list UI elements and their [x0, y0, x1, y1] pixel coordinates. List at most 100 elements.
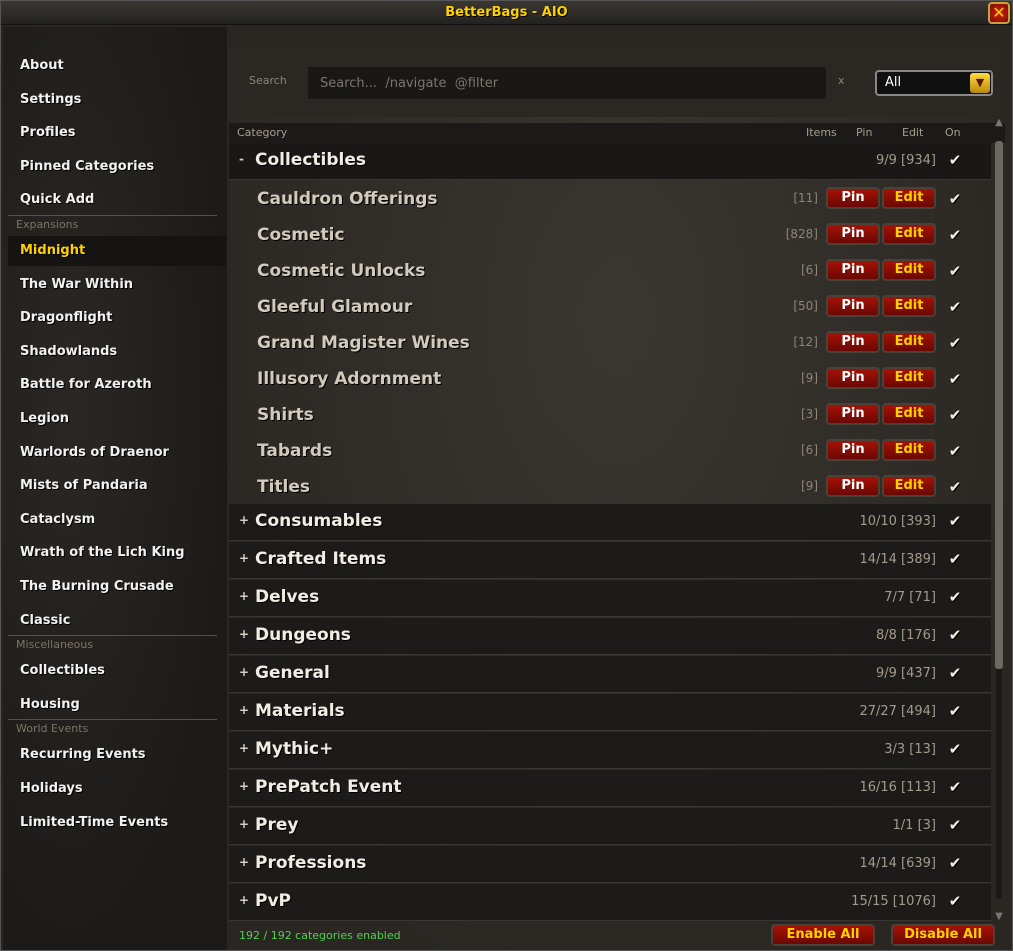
category-group-row[interactable]: + Delves 7/7 [71] ✔: [229, 580, 991, 617]
sidebar-item[interactable]: Legion: [8, 404, 226, 434]
expand-icon[interactable]: +: [239, 855, 249, 869]
expand-icon[interactable]: +: [239, 665, 249, 679]
enabled-checkbox[interactable]: ✔: [947, 443, 963, 459]
pin-button[interactable]: Pin: [826, 403, 880, 425]
sidebar-item[interactable]: Dragonflight: [8, 303, 226, 333]
pin-button[interactable]: Pin: [826, 475, 880, 497]
enabled-checkbox[interactable]: ✔: [947, 817, 963, 833]
sidebar-item[interactable]: Profiles: [8, 118, 226, 148]
sidebar-item[interactable]: Housing: [8, 690, 226, 720]
title-bar[interactable]: BetterBags - AIO ✕: [1, 1, 1012, 25]
edit-button[interactable]: Edit: [882, 331, 936, 353]
pin-button[interactable]: Pin: [826, 295, 880, 317]
close-button[interactable]: ✕: [988, 2, 1010, 24]
filter-dropdown[interactable]: All ▼: [875, 70, 993, 96]
expand-icon[interactable]: +: [239, 817, 249, 831]
edit-button[interactable]: Edit: [882, 367, 936, 389]
sidebar-item[interactable]: Settings: [8, 85, 226, 115]
pin-button[interactable]: Pin: [826, 259, 880, 281]
sidebar-item[interactable]: Mists of Pandaria: [8, 471, 226, 501]
sidebar-item[interactable]: Collectibles: [8, 656, 226, 686]
enabled-checkbox[interactable]: ✔: [947, 152, 963, 168]
category-group-row[interactable]: - Collectibles 9/9 [934] ✔: [229, 143, 991, 180]
expand-icon[interactable]: +: [239, 741, 249, 755]
expand-icon[interactable]: +: [239, 589, 249, 603]
sidebar-item[interactable]: Limited-Time Events: [8, 808, 226, 838]
status-text: 192 / 192 categories enabled: [239, 929, 401, 942]
enabled-checkbox[interactable]: ✔: [947, 227, 963, 243]
enabled-checkbox[interactable]: ✔: [947, 589, 963, 605]
expand-icon[interactable]: +: [239, 627, 249, 641]
pin-button[interactable]: Pin: [826, 223, 880, 245]
scroll-down-icon[interactable]: ▼: [993, 911, 1005, 923]
sidebar-item[interactable]: Shadowlands: [8, 337, 226, 367]
expand-icon[interactable]: +: [239, 513, 249, 527]
disable-all-button[interactable]: Disable All: [891, 924, 995, 946]
edit-button[interactable]: Edit: [882, 259, 936, 281]
sidebar-item[interactable]: Classic: [8, 606, 226, 636]
expand-icon[interactable]: +: [239, 779, 249, 793]
sidebar-item[interactable]: Battle for Azeroth: [8, 370, 226, 400]
sidebar-item[interactable]: About: [8, 51, 226, 81]
expand-icon[interactable]: +: [239, 703, 249, 717]
category-group-row[interactable]: + PvP 15/15 [1076] ✔: [229, 884, 991, 921]
enabled-checkbox[interactable]: ✔: [947, 407, 963, 423]
enabled-checkbox[interactable]: ✔: [947, 741, 963, 757]
enabled-checkbox[interactable]: ✔: [947, 703, 963, 719]
sidebar-item[interactable]: Pinned Categories: [8, 152, 226, 182]
sidebar-item[interactable]: Midnight: [8, 236, 226, 266]
sidebar-item[interactable]: The Burning Crusade: [8, 572, 226, 602]
expand-icon[interactable]: +: [239, 893, 249, 907]
category-group-row[interactable]: + Professions 14/14 [639] ✔: [229, 846, 991, 883]
enabled-checkbox[interactable]: ✔: [947, 779, 963, 795]
enabled-checkbox[interactable]: ✔: [947, 627, 963, 643]
category-group-row[interactable]: + Consumables 10/10 [393] ✔: [229, 504, 991, 541]
category-group-row[interactable]: + Crafted Items 14/14 [389] ✔: [229, 542, 991, 579]
category-group-row[interactable]: + Materials 27/27 [494] ✔: [229, 694, 991, 731]
sidebar-item[interactable]: Wrath of the Lich King: [8, 538, 226, 568]
sidebar-item[interactable]: Cataclysm: [8, 505, 226, 535]
enabled-checkbox[interactable]: ✔: [947, 335, 963, 351]
enabled-checkbox[interactable]: ✔: [947, 893, 963, 909]
sidebar-item[interactable]: Warlords of Draenor: [8, 438, 226, 468]
collapse-icon[interactable]: -: [239, 152, 244, 166]
sidebar-item[interactable]: Quick Add: [8, 185, 226, 215]
enabled-checkbox[interactable]: ✔: [947, 371, 963, 387]
expand-icon[interactable]: +: [239, 551, 249, 565]
filter-dropdown-value: All: [885, 75, 902, 90]
enabled-checkbox[interactable]: ✔: [947, 191, 963, 207]
pin-button[interactable]: Pin: [826, 439, 880, 461]
edit-button[interactable]: Edit: [882, 475, 936, 497]
category-group-row[interactable]: + Dungeons 8/8 [176] ✔: [229, 618, 991, 655]
category-group-row[interactable]: + General 9/9 [437] ✔: [229, 656, 991, 693]
scroll-thumb[interactable]: [995, 141, 1003, 669]
pin-button[interactable]: Pin: [826, 187, 880, 209]
enable-all-button[interactable]: Enable All: [771, 924, 875, 946]
enabled-checkbox[interactable]: ✔: [947, 665, 963, 681]
col-category: Category: [237, 126, 288, 139]
enabled-checkbox[interactable]: ✔: [947, 551, 963, 567]
edit-button[interactable]: Edit: [882, 295, 936, 317]
enabled-checkbox[interactable]: ✔: [947, 479, 963, 495]
edit-button[interactable]: Edit: [882, 187, 936, 209]
search-input[interactable]: [307, 66, 827, 100]
enabled-checkbox[interactable]: ✔: [947, 299, 963, 315]
pin-button[interactable]: Pin: [826, 331, 880, 353]
category-group-row[interactable]: + Mythic+ 3/3 [13] ✔: [229, 732, 991, 769]
category-group-row[interactable]: + PrePatch Event 16/16 [113] ✔: [229, 770, 991, 807]
sidebar-item[interactable]: The War Within: [8, 270, 226, 300]
clear-search-button[interactable]: x: [838, 74, 845, 87]
scroll-up-icon[interactable]: ▲: [993, 117, 1005, 129]
col-edit: Edit: [902, 126, 924, 139]
sidebar-item[interactable]: Holidays: [8, 774, 226, 804]
sidebar-item[interactable]: Recurring Events: [8, 740, 226, 770]
edit-button[interactable]: Edit: [882, 223, 936, 245]
scrollbar[interactable]: ▲ ▼: [993, 117, 1005, 923]
edit-button[interactable]: Edit: [882, 439, 936, 461]
pin-button[interactable]: Pin: [826, 367, 880, 389]
edit-button[interactable]: Edit: [882, 403, 936, 425]
enabled-checkbox[interactable]: ✔: [947, 855, 963, 871]
enabled-checkbox[interactable]: ✔: [947, 263, 963, 279]
enabled-checkbox[interactable]: ✔: [947, 513, 963, 529]
category-group-row[interactable]: + Prey 1/1 [3] ✔: [229, 808, 991, 845]
